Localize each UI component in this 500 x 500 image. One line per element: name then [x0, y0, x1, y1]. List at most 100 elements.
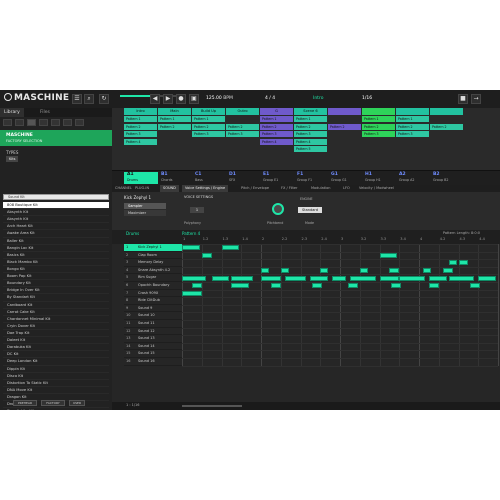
kit-list-item[interactable]: Boundary Kit — [3, 280, 109, 288]
kit-list-item[interactable]: Deep London Kit — [3, 358, 109, 366]
sound-icon[interactable] — [27, 119, 36, 126]
kit-list-item[interactable]: Bridge In Over Kit — [3, 287, 109, 295]
note-event[interactable] — [182, 275, 206, 281]
sound-slot[interactable]: 4 Snare Absynth 4.2 — [124, 267, 182, 275]
note-event[interactable] — [389, 268, 400, 273]
kit-list-item[interactable]: Absynth Kit — [3, 216, 109, 224]
sample-icon[interactable] — [75, 119, 84, 126]
note-event[interactable] — [270, 283, 281, 289]
sound-slot[interactable]: 5 Rim Sugar — [124, 274, 182, 282]
note-event[interactable] — [231, 283, 250, 289]
restart-icon[interactable]: ◀ — [150, 94, 160, 104]
kit-list-item[interactable]: DC Kit — [3, 351, 109, 359]
tab-velocity[interactable]: Velocity / Modwheel — [356, 185, 397, 192]
kit-list-item[interactable]: Cardboard Kit — [3, 302, 109, 309]
search-icon[interactable]: ⌕ — [84, 94, 94, 104]
play-icon[interactable]: ▶ — [163, 94, 173, 104]
scene-slot[interactable] — [328, 108, 361, 115]
tab-library[interactable]: Library — [0, 108, 24, 117]
kit-list-item[interactable]: Baller Kit — [3, 238, 109, 245]
kit-list-item[interactable]: Boom Pap Kit — [3, 273, 109, 281]
pattern-clip[interactable]: Pattern 2 — [124, 123, 158, 130]
note-event[interactable] — [448, 260, 457, 266]
sound-slot[interactable]: 10 Sound 10 — [124, 312, 182, 320]
group-slot[interactable]: A2 Group A2 — [396, 172, 430, 184]
pattern-clip[interactable]: Pattern 4 — [294, 138, 328, 145]
sound-slot[interactable]: 14 Sound 14 — [124, 343, 182, 351]
note-event[interactable] — [379, 275, 400, 281]
sound-slot[interactable]: 8 Ride ClitDub — [124, 297, 182, 305]
group-slot[interactable]: E1 Group E1 — [260, 172, 294, 184]
kit-list-item[interactable]: Distortion To Static Kit — [3, 380, 109, 387]
sound-slot[interactable]: 16 Sound 16 — [124, 358, 182, 366]
pattern-clip[interactable]: Pattern 2 — [430, 123, 464, 130]
grid-resolution[interactable]: 1 : 1/16 — [126, 403, 140, 407]
note-event[interactable] — [261, 268, 269, 273]
effect-icon[interactable] — [51, 119, 60, 126]
note-event[interactable] — [428, 275, 447, 281]
tab-fx-filter[interactable]: FX / Filter — [278, 185, 300, 192]
group-icon[interactable] — [15, 119, 24, 126]
sound-slot[interactable]: 9 Sound 9 — [124, 305, 182, 313]
pattern-clip[interactable]: Pattern 3 — [396, 131, 430, 137]
polyphony-value[interactable]: 1 — [190, 207, 204, 213]
loop-icon[interactable] — [63, 119, 72, 126]
note-event[interactable] — [391, 283, 402, 289]
kit-list-item[interactable]: Drop It Like Kit — [3, 408, 109, 410]
kit-list-item[interactable]: DNA Move Kit — [3, 387, 109, 394]
kit-list-item[interactable]: Dae Trap Kit — [3, 330, 109, 338]
note-event[interactable] — [231, 275, 254, 281]
kit-list-item[interactable]: Chardonnet Minimal Kit — [3, 316, 109, 323]
note-event[interactable] — [422, 268, 431, 273]
sound-slot[interactable]: 3 Memory Delay — [124, 259, 182, 267]
group-slot[interactable]: B1 Chords — [158, 172, 192, 184]
nudge-display[interactable]: 1/16 — [362, 96, 372, 101]
tempo-display[interactable]: 125.00 BPM — [206, 96, 233, 101]
pattern-clip[interactable]: Pattern 1 — [158, 116, 192, 122]
pattern-name-label[interactable]: Pattern 4 — [182, 231, 200, 236]
note-event[interactable] — [320, 268, 329, 273]
note-event[interactable] — [332, 275, 346, 281]
scene-slot[interactable]: Outro — [226, 108, 259, 115]
note-event[interactable] — [182, 290, 202, 296]
loop-icon[interactable]: ▣ — [189, 94, 199, 104]
prehear-button[interactable]: PREHEAR — [13, 400, 37, 406]
instrument-icon[interactable] — [39, 119, 48, 126]
factory-button[interactable]: FACTORY — [41, 400, 65, 406]
plugin-slot-maximizer[interactable]: Maximizer — [124, 210, 166, 216]
kit-list-item[interactable]: Absynth Kit — [3, 209, 109, 217]
pattern-clip[interactable]: Pattern 2 — [294, 123, 328, 130]
step-grid[interactable] — [182, 244, 499, 367]
search-input[interactable]: Sound Kit — [3, 194, 109, 200]
pattern-length[interactable]: Pattern Length: 8:0:0 — [443, 231, 480, 235]
pattern-clip[interactable]: Pattern 1 — [192, 116, 226, 122]
tab-modulation[interactable]: Modulation — [308, 185, 333, 192]
kit-list-item[interactable]: Bangin Loc Kit — [3, 245, 109, 252]
scene-slot[interactable]: Main — [158, 108, 191, 115]
kit-list-item[interactable]: Black Mambo Kit — [3, 259, 109, 266]
sound-slot[interactable]: 6 Opochh Boundary — [124, 282, 182, 290]
pattern-clip[interactable]: Pattern 2 — [192, 123, 226, 130]
kit-list-item[interactable]: Carrot Cake Kit — [3, 309, 109, 316]
pattern-clip[interactable]: Pattern 2 — [226, 123, 260, 130]
browser-toggle-icon[interactable]: ↻ — [99, 94, 109, 104]
note-event[interactable] — [379, 252, 398, 258]
note-event[interactable] — [310, 275, 329, 281]
group-slot[interactable]: C1 Bass — [192, 172, 226, 184]
connect-icon[interactable]: → — [471, 94, 481, 104]
note-event[interactable] — [221, 245, 240, 251]
mode-select[interactable]: Standard — [298, 207, 322, 213]
pattern-clip[interactable]: Pattern 2 — [328, 123, 362, 130]
pattern-clip[interactable]: Pattern 4 — [260, 138, 294, 145]
pattern-clip[interactable]: Pattern 1 — [396, 116, 430, 122]
group-slot[interactable]: B2 Group B2 — [430, 172, 464, 184]
pattern-clip[interactable]: Pattern 1 — [294, 116, 328, 122]
kit-list-item[interactable]: Bongo Kit — [3, 266, 109, 274]
scene-slot[interactable]: Build Up — [192, 108, 225, 115]
pattern-clip[interactable]: Pattern 5 — [294, 146, 328, 152]
sound-slot[interactable]: 13 Sound 13 — [124, 335, 182, 343]
pattern-clip[interactable]: Pattern 1 — [124, 116, 158, 122]
pattern-clip[interactable]: Pattern 2 — [158, 123, 192, 130]
menu-icon[interactable]: ☰ — [72, 94, 82, 104]
kits-tag[interactable]: Kits — [6, 156, 19, 162]
